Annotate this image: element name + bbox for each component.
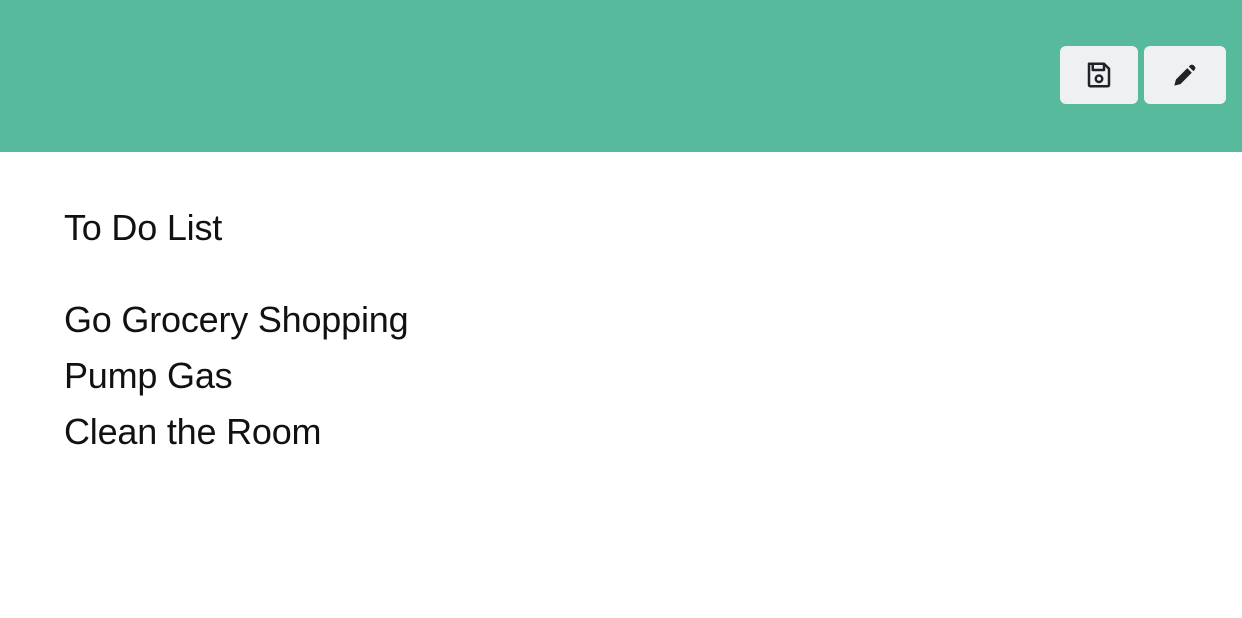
edit-button[interactable] [1144,46,1226,104]
todo-panel: To Do List Go Grocery Shopping Pump Gas … [64,204,1202,460]
top-bar [0,0,1242,152]
list-item: Pump Gas [64,355,233,396]
pencil-icon [1169,59,1201,91]
toolbar [1060,46,1226,104]
list-item: Clean the Room [64,411,322,452]
list-item: Go Grocery Shopping [64,299,409,340]
todo-list: Go Grocery Shopping Pump Gas Clean the R… [64,292,1202,460]
save-button[interactable] [1060,46,1138,104]
page-title: To Do List [64,207,223,248]
save-icon [1084,60,1114,90]
